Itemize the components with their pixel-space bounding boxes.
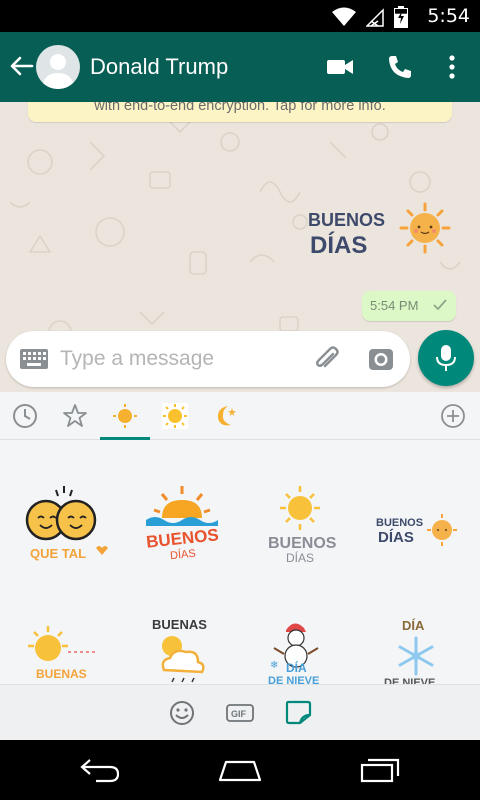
video-call-icon[interactable] <box>324 51 356 83</box>
voice-message-button[interactable] <box>418 330 474 386</box>
sticker-8-line1: DÍA <box>402 618 425 633</box>
contact-name[interactable]: Donald Trump <box>90 54 228 80</box>
sticker-5-line1: BUENAS <box>36 667 87 681</box>
sticker-4-line2: DÍAS <box>378 529 414 546</box>
encryption-notice[interactable]: with end-to-end encryption. Tap for more… <box>28 102 452 122</box>
sticker-3-line2: DÍAS <box>286 550 314 565</box>
sent-check-icon <box>433 299 447 311</box>
keyboard-icon[interactable] <box>19 348 49 370</box>
message-bubble[interactable]: 5:54 PM <box>362 291 456 321</box>
svg-text:❄: ❄ <box>270 660 278 671</box>
chat-area: with end-to-end encryption. Tap for more… <box>0 102 480 392</box>
gif-icon[interactable]: GIF <box>224 697 256 729</box>
microphone-icon <box>436 345 456 371</box>
nav-back-icon[interactable] <box>78 756 122 784</box>
message-time: 5:54 PM <box>370 298 419 313</box>
more-options-icon[interactable] <box>436 51 468 83</box>
sticker-4-line1: BUENOS <box>376 517 423 529</box>
android-nav-bar <box>0 740 480 800</box>
sticker-panel: QUE TAL BUENOS DÍAS BUENOS DÍAS BUENOS D… <box>0 392 480 740</box>
sticker-buenos-dias-beach[interactable]: BUENOS DÍAS <box>132 478 232 578</box>
phone-call-icon[interactable] <box>384 51 416 83</box>
tab-favorites[interactable] <box>50 392 100 440</box>
sticker-1-line1: QUE TAL <box>30 546 86 561</box>
sticker-buenos-dias-small[interactable]: BUENOS DÍAS <box>372 478 472 578</box>
back-arrow-icon[interactable] <box>6 51 36 81</box>
nav-recents-icon[interactable] <box>358 756 402 784</box>
sticker-7-line1: DÍA <box>286 660 307 675</box>
nav-home-icon[interactable] <box>216 756 264 784</box>
message-input-placeholder[interactable]: Type a message <box>60 347 214 371</box>
sticker-2-line1: BUENOS <box>145 525 219 551</box>
sticker-icon[interactable] <box>282 697 314 729</box>
emoji-icon[interactable] <box>166 697 198 729</box>
sticker-buenos-dias-sun[interactable]: BUENOS DÍAS <box>250 478 350 578</box>
tab-moon-pack[interactable] <box>200 392 250 440</box>
battery-charging-icon <box>394 6 408 28</box>
sun-icon <box>113 404 137 428</box>
star-icon <box>63 404 87 427</box>
add-sticker-pack-button[interactable] <box>428 392 478 440</box>
wifi-icon <box>332 7 356 26</box>
message-input-bar[interactable]: Type a message <box>6 331 410 387</box>
no-signal-icon <box>366 8 384 27</box>
sticker-que-tal[interactable]: QUE TAL <box>12 478 112 578</box>
status-time: 5:54 <box>427 5 470 27</box>
avatar[interactable] <box>36 45 80 89</box>
tab-sun-pack-1[interactable] <box>100 392 150 440</box>
tab-sun-pack-2[interactable] <box>150 392 200 440</box>
clock-icon <box>13 404 37 428</box>
sticker-2-line2: DÍAS <box>169 547 196 563</box>
tab-recent[interactable] <box>0 392 50 440</box>
plus-circle-icon <box>441 404 465 428</box>
sticker-6-line1: BUENAS <box>152 617 207 632</box>
moon-icon <box>217 406 236 426</box>
sent-sticker-buenos-dias[interactable]: BUENOS DÍAS <box>304 198 454 264</box>
sent-sticker-line1: BUENOS <box>308 210 385 230</box>
sun-icon <box>399 202 451 254</box>
sun-icon <box>162 403 188 429</box>
default-avatar-icon <box>42 54 74 89</box>
camera-icon[interactable] <box>367 346 395 372</box>
sticker-3-line1: BUENOS <box>268 535 337 552</box>
sent-sticker-line2: DÍAS <box>310 231 367 259</box>
chat-toolbar: Donald Trump <box>0 32 480 102</box>
attach-icon[interactable] <box>313 345 341 373</box>
status-bar: 5:54 <box>0 0 480 32</box>
sticker-tabs <box>0 392 480 440</box>
gif-label: GIF <box>231 709 247 719</box>
sticker-panel-bottom-bar: GIF <box>0 684 480 740</box>
